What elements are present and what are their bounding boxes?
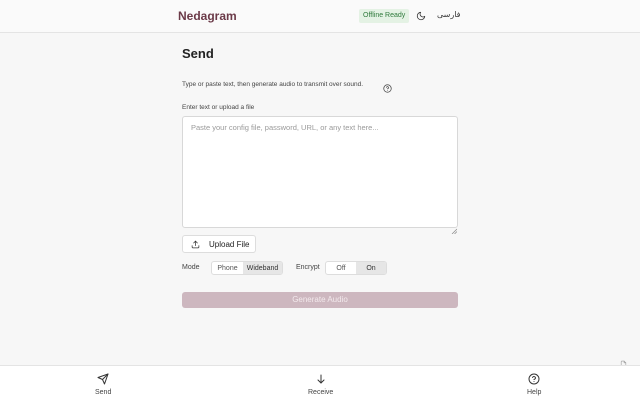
encrypt-option-on[interactable]: On [356,262,386,274]
mode-selector: Phone Wideband [211,261,283,275]
resize-grip-icon [451,228,458,235]
encrypt-option-off[interactable]: Off [326,262,356,274]
upload-file-label: Upload File [209,239,250,249]
text-input[interactable] [182,116,458,228]
nav-item-help[interactable]: Help [527,373,541,396]
nav-item-send-label: Send [95,389,112,396]
nav-item-help-label: Help [527,389,542,396]
moon-icon [416,11,426,21]
generate-audio-button[interactable]: Generate Audio [182,292,458,308]
offline-status-badge: Offline Ready [359,9,410,23]
encrypt-selector: Off On [325,261,387,275]
resize-handle[interactable] [451,221,458,235]
page-title: Send [182,46,214,61]
mode-option-phone[interactable]: Phone [212,262,243,274]
theme-toggle-button[interactable] [415,10,427,22]
language-switch-button[interactable]: فارسی [437,10,461,19]
nav-item-receive-label: Receive [308,389,334,396]
help-circle-icon [528,373,540,385]
text-input-label: Enter text or upload a file [182,104,255,111]
bottom-navigation: Send Receive Help [0,365,640,400]
send-icon [97,373,109,385]
nav-item-send[interactable]: Send [95,373,111,396]
help-circle-icon [383,84,392,93]
send-description: Type or paste text, then generate audio … [182,81,364,88]
upload-icon [191,240,200,248]
mode-label: Mode [182,264,200,271]
arrow-down-icon [317,374,325,384]
nav-item-receive[interactable]: Receive [308,373,333,396]
encrypt-label: Encrypt [296,264,320,271]
mode-option-wideband[interactable]: Wideband [243,262,282,274]
top-bar: Nedagram Offline Ready فارسی [0,0,640,33]
help-button[interactable] [383,80,392,93]
upload-file-button[interactable]: Upload File [182,235,256,253]
log-button[interactable] [620,355,627,368]
app-logo[interactable]: Nedagram [178,9,237,23]
